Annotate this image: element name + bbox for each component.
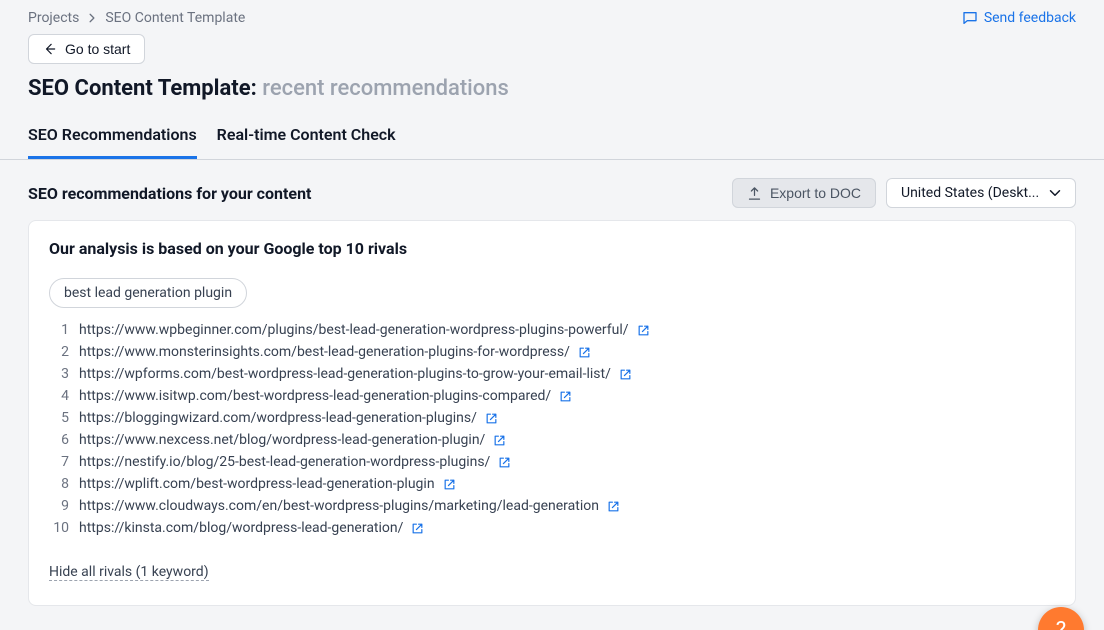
help-fab[interactable]: ? xyxy=(1038,607,1084,630)
rival-url[interactable]: https://www.monsterinsights.com/best-lea… xyxy=(79,344,570,360)
rival-number: 7 xyxy=(49,454,69,470)
hide-all-rivals-link[interactable]: Hide all rivals (1 keyword) xyxy=(49,564,209,581)
chevron-right-icon xyxy=(87,13,97,23)
external-link-icon[interactable] xyxy=(498,456,511,469)
rival-row: 3 https://wpforms.com/best-wordpress-lead… xyxy=(49,366,1055,382)
rival-url[interactable]: https://www.cloudways.com/en/best-wordpr… xyxy=(79,498,599,514)
feedback-icon xyxy=(962,10,978,26)
go-to-start-label: Go to start xyxy=(65,41,130,57)
rival-row: 5 https://bloggingwizard.com/wordpress-le… xyxy=(49,410,1055,426)
keyword-pill[interactable]: best lead generation plugin xyxy=(49,278,247,308)
rival-url[interactable]: https://kinsta.com/blog/wordpress-lead-g… xyxy=(79,520,403,536)
rival-number: 9 xyxy=(49,498,69,514)
send-feedback-link[interactable]: Send feedback xyxy=(962,10,1076,26)
rival-number: 3 xyxy=(49,366,69,382)
tabs: SEO Recommendations Real-time Content Ch… xyxy=(0,101,1104,160)
rival-url[interactable]: https://www.wpbeginner.com/plugins/best-… xyxy=(79,322,629,338)
rival-row: 2 https://www.monsterinsights.com/best-le… xyxy=(49,344,1055,360)
upload-icon xyxy=(747,186,762,201)
rival-number: 8 xyxy=(49,476,69,492)
external-link-icon[interactable] xyxy=(578,346,591,359)
breadcrumb: Projects SEO Content Template xyxy=(28,10,245,26)
breadcrumb-root[interactable]: Projects xyxy=(28,10,79,26)
rival-number: 10 xyxy=(49,520,69,536)
export-to-doc-button[interactable]: Export to DOC xyxy=(732,178,876,208)
region-selected-label: United States (Deskt... xyxy=(901,185,1039,201)
rival-row: 7 https://nestify.io/blog/25-best-lead-ge… xyxy=(49,454,1055,470)
rival-number: 2 xyxy=(49,344,69,360)
rival-list: 1 https://www.wpbeginner.com/plugins/best… xyxy=(49,322,1055,536)
external-link-icon[interactable] xyxy=(493,434,506,447)
external-link-icon[interactable] xyxy=(485,412,498,425)
rival-row: 8 https://wplift.com/best-wordpress-lead-… xyxy=(49,476,1055,492)
analysis-card: Our analysis is based on your Google top… xyxy=(28,220,1076,606)
page-title: SEO Content Template: recent recommendat… xyxy=(0,64,1104,101)
rival-row: 6 https://www.nexcess.net/blog/wordpress-… xyxy=(49,432,1055,448)
rival-row: 1 https://www.wpbeginner.com/plugins/best… xyxy=(49,322,1055,338)
rival-url[interactable]: https://bloggingwizard.com/wordpress-lea… xyxy=(79,410,477,426)
breadcrumb-current[interactable]: SEO Content Template xyxy=(105,10,245,26)
rival-url[interactable]: https://wplift.com/best-wordpress-lead-g… xyxy=(79,476,435,492)
external-link-icon[interactable] xyxy=(559,390,572,403)
arrow-left-icon xyxy=(43,42,57,56)
rival-url[interactable]: https://wpforms.com/best-wordpress-lead-… xyxy=(79,366,611,382)
chevron-down-icon xyxy=(1049,187,1061,199)
export-label: Export to DOC xyxy=(770,185,861,201)
go-to-start-button[interactable]: Go to start xyxy=(28,34,145,64)
rival-row: 4 https://www.isitwp.com/best-wordpress-l… xyxy=(49,388,1055,404)
region-select[interactable]: United States (Deskt... xyxy=(886,178,1076,208)
tab-content-check[interactable]: Real-time Content Check xyxy=(217,125,396,159)
external-link-icon[interactable] xyxy=(411,522,424,535)
rival-url[interactable]: https://nestify.io/blog/25-best-lead-gen… xyxy=(79,454,490,470)
title-suffix: recent recommendations xyxy=(262,76,509,101)
tab-seo-recommendations[interactable]: SEO Recommendations xyxy=(28,125,197,159)
rival-url[interactable]: https://www.nexcess.net/blog/wordpress-l… xyxy=(79,432,485,448)
external-link-icon[interactable] xyxy=(607,500,620,513)
rival-row: 9 https://www.cloudways.com/en/best-wordp… xyxy=(49,498,1055,514)
external-link-icon[interactable] xyxy=(443,478,456,491)
card-title: Our analysis is based on your Google top… xyxy=(49,239,1055,258)
rival-number: 5 xyxy=(49,410,69,426)
rival-row: 10 https://kinsta.com/blog/wordpress-lead… xyxy=(49,520,1055,536)
rival-number: 6 xyxy=(49,432,69,448)
rival-url[interactable]: https://www.isitwp.com/best-wordpress-le… xyxy=(79,388,551,404)
section-title: SEO recommendations for your content xyxy=(28,184,311,203)
external-link-icon[interactable] xyxy=(637,324,650,337)
feedback-label: Send feedback xyxy=(984,10,1076,26)
rival-number: 1 xyxy=(49,322,69,338)
title-prefix: SEO Content Template: xyxy=(28,76,257,101)
rival-number: 4 xyxy=(49,388,69,404)
external-link-icon[interactable] xyxy=(619,368,632,381)
